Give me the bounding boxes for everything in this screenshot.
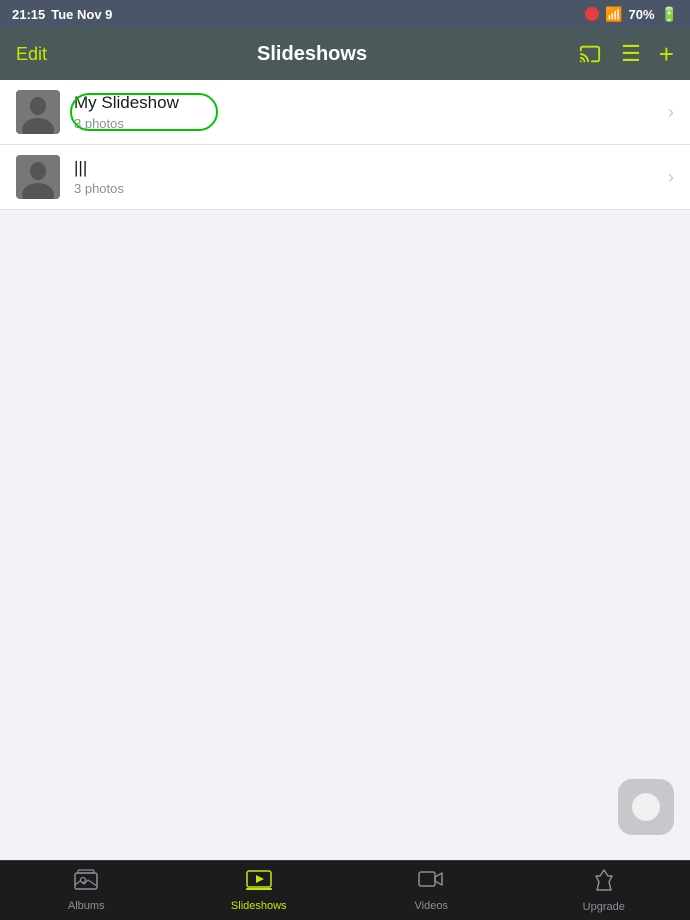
item-title-1: My Slideshow: [74, 93, 660, 113]
tab-bar: Albums Slideshows Videos Upgrade: [0, 860, 690, 920]
list-item[interactable]: My Slideshow 3 photos ›: [0, 80, 690, 145]
slideshow-list: My Slideshow 3 photos › ||| 3 photos ›: [0, 80, 690, 210]
status-time: 21:15: [12, 7, 45, 22]
record-indicator: [585, 7, 599, 21]
cast-icon[interactable]: [577, 43, 603, 65]
list-item-2[interactable]: ||| 3 photos ›: [0, 145, 690, 210]
nav-actions: ☰ +: [577, 39, 674, 70]
edit-button[interactable]: Edit: [16, 44, 47, 65]
slideshows-icon: [246, 869, 272, 897]
status-left: 21:15 Tue Nov 9: [12, 7, 112, 22]
menu-icon[interactable]: ☰: [621, 41, 641, 67]
item-info-1: My Slideshow 3 photos: [74, 93, 660, 131]
chevron-icon-1: ›: [668, 102, 674, 123]
item-subtitle-1: 3 photos: [74, 116, 660, 131]
tab-albums[interactable]: Albums: [0, 869, 173, 912]
tab-albums-label: Albums: [68, 900, 105, 912]
add-button[interactable]: +: [659, 39, 674, 70]
tab-upgrade-label: Upgrade: [583, 901, 625, 913]
chevron-icon-2: ›: [668, 167, 674, 188]
item-info-2: ||| 3 photos: [74, 158, 660, 196]
status-date: Tue Nov 9: [51, 7, 112, 22]
page-title: Slideshows: [257, 43, 367, 66]
upgrade-icon: [592, 868, 616, 898]
status-right: 📶 70% 🔋: [585, 6, 678, 23]
nav-bar: Edit Slideshows ☰ +: [0, 28, 690, 80]
battery-icon: 🔋: [661, 6, 678, 23]
tab-videos-label: Videos: [415, 900, 448, 912]
status-bar: 21:15 Tue Nov 9 📶 70% 🔋: [0, 0, 690, 28]
tab-upgrade[interactable]: Upgrade: [518, 868, 690, 913]
wifi-icon: 📶: [605, 6, 622, 23]
float-button[interactable]: [618, 779, 674, 835]
thumbnail-1: [16, 90, 60, 134]
battery-percentage: 70%: [629, 7, 655, 22]
tab-videos[interactable]: Videos: [345, 869, 518, 912]
float-button-inner: [632, 793, 660, 821]
tab-slideshows-label: Slideshows: [231, 900, 287, 912]
tab-slideshows[interactable]: Slideshows: [173, 869, 346, 912]
item-title-2: |||: [74, 158, 660, 178]
videos-icon: [418, 869, 444, 897]
main-content: [0, 210, 690, 870]
albums-icon: [74, 869, 98, 897]
item-subtitle-2: 3 photos: [74, 181, 660, 196]
thumbnail-2: [16, 155, 60, 199]
